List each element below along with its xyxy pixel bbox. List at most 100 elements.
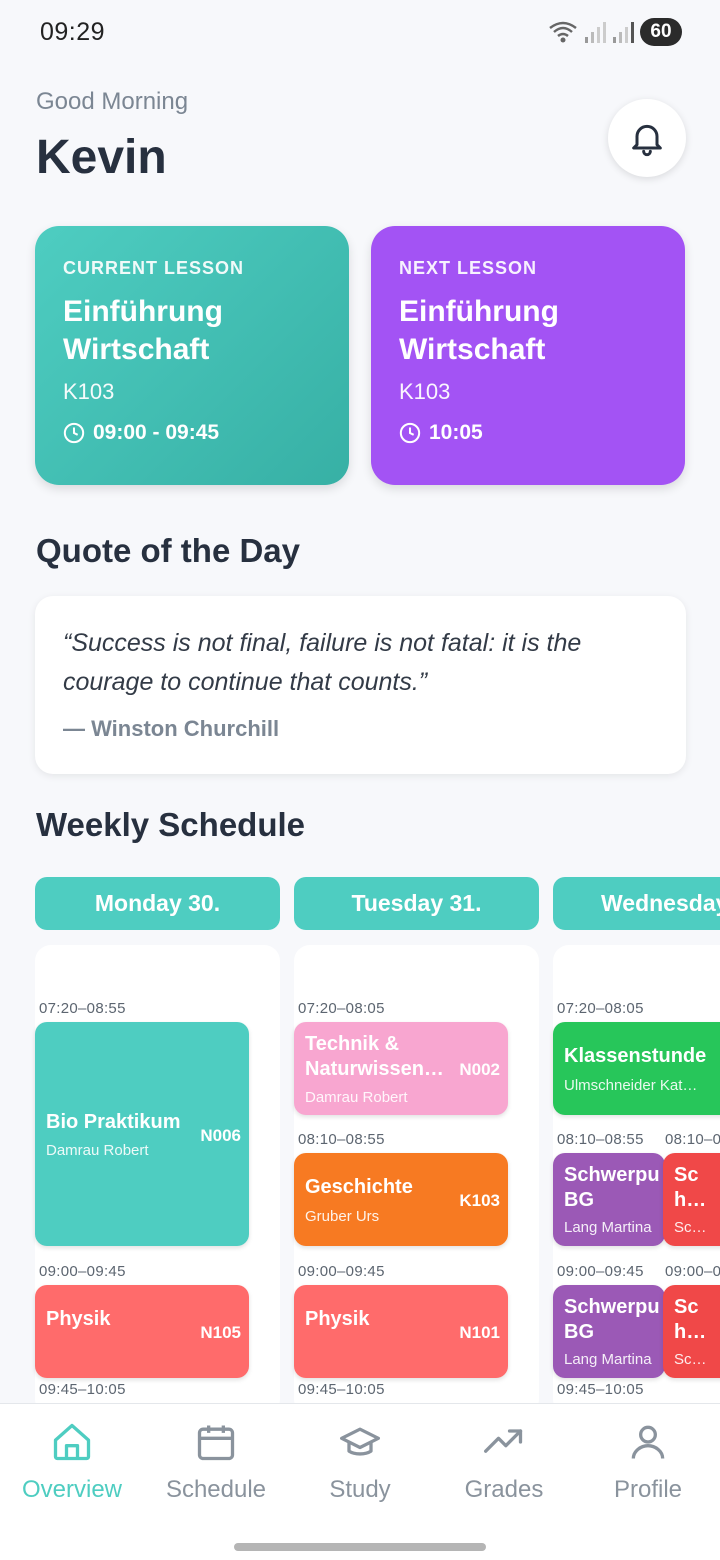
user-name: Kevin: [36, 131, 167, 184]
slot-time: 07:20–08:05: [298, 1000, 385, 1017]
lesson-block[interactable]: Sc h… Sc…: [663, 1153, 720, 1246]
lesson-room: N101: [459, 1323, 500, 1342]
status-bar: 09:29 60: [0, 0, 720, 66]
lesson-teacher: Damrau Robert: [46, 1142, 149, 1159]
lesson-teacher: Ulmschneider Kat…: [564, 1077, 698, 1094]
slot-time: 08:10–08:55: [298, 1131, 385, 1148]
card-room: K103: [399, 379, 451, 404]
nav-label: Schedule: [165, 1476, 267, 1503]
day-header-monday[interactable]: Monday 30.: [35, 877, 280, 930]
lesson-subject: Geschichte: [305, 1176, 413, 1198]
user-icon: [631, 1425, 665, 1459]
nav-label: Grades: [464, 1476, 544, 1503]
lesson-room: K103: [459, 1191, 500, 1210]
lesson-room: N105: [200, 1323, 241, 1342]
lesson-subject: Physik: [305, 1308, 370, 1330]
lesson-block[interactable]: Technik & Naturwissen… Damrau Robert N00…: [294, 1022, 508, 1115]
current-lesson-card[interactable]: CURRENT LESSON Einführung Wirtschaft K10…: [35, 226, 349, 485]
card-time: 10:05: [429, 421, 483, 444]
lesson-teacher: Lang Martina: [564, 1219, 652, 1236]
signal-icon: [585, 22, 606, 43]
quote-text: “Success is not final, failure is not fa…: [63, 629, 582, 696]
slot-time: 07:20–08:05: [557, 1000, 644, 1017]
greeting: Good Morning: [36, 88, 189, 115]
quote-heading: Quote of the Day: [36, 532, 301, 569]
slot-time: 09:00–09:45: [557, 1263, 644, 1280]
bell-icon: [632, 124, 662, 157]
card-title: Einführung Wirtschaft: [63, 295, 223, 366]
day-header-wednesday[interactable]: Wednesday: [553, 877, 720, 930]
clock-icon: [63, 422, 85, 444]
slot-time: 09:00–09:45: [298, 1263, 385, 1280]
lesson-teacher: Sc…: [674, 1351, 707, 1368]
lesson-subject: Sc h…: [674, 1296, 707, 1343]
battery-indicator: 60: [640, 18, 682, 46]
graduation-cap-icon: [340, 1427, 380, 1456]
lesson-teacher: Lang Martina: [564, 1351, 652, 1368]
lesson-block[interactable]: Schwerpu BG Lang Martina: [553, 1153, 665, 1246]
notifications-button[interactable]: [608, 99, 686, 177]
lesson-block[interactable]: Geschichte Gruber Urs K103: [294, 1153, 508, 1246]
slot-time: 09:45–10:05: [39, 1381, 126, 1398]
card-kicker: CURRENT LESSON: [63, 258, 245, 278]
nav-label: Overview: [21, 1476, 123, 1503]
quote-card: “Success is not final, failure is not fa…: [35, 596, 686, 774]
slot-time: 09:45–10:05: [298, 1381, 385, 1398]
lesson-teacher: Damrau Robert: [305, 1089, 408, 1106]
lesson-room: N002: [459, 1060, 500, 1079]
home-icon: [53, 1423, 91, 1461]
lesson-room: N006: [200, 1126, 241, 1145]
day-column-tuesday: 07:20–08:05 Technik & Naturwissen… Damra…: [294, 945, 539, 1403]
next-lesson-card[interactable]: NEXT LESSON Einführung Wirtschaft K103 1…: [371, 226, 685, 485]
lesson-subject: Physik: [46, 1308, 111, 1330]
nav-study[interactable]: Study: [288, 1404, 432, 1524]
clock-icon: [399, 422, 421, 444]
weekly-schedule[interactable]: Monday 30. 07:20–08:55 Bio Praktikum Dam…: [0, 877, 720, 1403]
nav-grades[interactable]: Grades: [432, 1404, 576, 1524]
quote-author: — Winston Churchill: [63, 716, 280, 741]
calendar-icon: [197, 1425, 235, 1461]
lesson-block[interactable]: Sc h… Sc…: [663, 1285, 720, 1378]
day-header-tuesday[interactable]: Tuesday 31.: [294, 877, 539, 930]
card-title: Einführung Wirtschaft: [399, 295, 559, 366]
card-time-row: 09:00 - 09:45: [63, 421, 321, 445]
card-kicker: NEXT LESSON: [399, 258, 538, 278]
lesson-block[interactable]: Physik N101: [294, 1285, 508, 1378]
day-column-monday: 07:20–08:55 Bio Praktikum Damrau Robert …: [35, 945, 280, 1403]
signal-icon-2: [613, 22, 634, 43]
slot-time: 09:00–0: [665, 1263, 720, 1280]
nav-profile[interactable]: Profile: [576, 1404, 720, 1524]
lesson-subject: Sc h…: [674, 1164, 707, 1211]
nav-label: Profile: [613, 1476, 683, 1503]
nav-overview[interactable]: Overview: [0, 1404, 144, 1524]
lesson-subject: Schwerpu BG: [564, 1164, 660, 1211]
lesson-block[interactable]: Physik N105: [35, 1285, 249, 1378]
nav-schedule[interactable]: Schedule: [144, 1404, 288, 1524]
home-indicator[interactable]: [234, 1543, 486, 1551]
lesson-teacher: Sc…: [674, 1219, 707, 1236]
card-room: K103: [63, 379, 115, 404]
status-time: 09:29: [40, 18, 106, 46]
slot-time: 08:10–0: [665, 1131, 720, 1148]
status-icons: 60: [548, 18, 682, 46]
lesson-subject: Klassenstunde: [564, 1045, 707, 1067]
lesson-block[interactable]: Klassenstunde Ulmschneider Kat…: [553, 1022, 720, 1115]
lesson-subject: Schwerpu BG: [564, 1296, 660, 1343]
lesson-subject: Technik & Naturwissen…: [305, 1033, 444, 1080]
nav-label: Study: [329, 1476, 391, 1503]
lesson-block[interactable]: Bio Praktikum Damrau Robert N006: [35, 1022, 249, 1246]
schedule-heading: Weekly Schedule: [36, 806, 306, 843]
card-time: 09:00 - 09:45: [93, 421, 220, 444]
wifi-icon: [549, 21, 577, 43]
day-column-wednesday: 07:20–08:05 Klassenstunde Ulmschneider K…: [553, 945, 720, 1403]
slot-time: 09:00–09:45: [39, 1263, 126, 1280]
bottom-nav: Overview Schedule Study Grades Profile: [0, 1403, 720, 1560]
slot-time: 07:20–08:55: [39, 1000, 126, 1017]
slot-time: 09:45–10:05: [557, 1381, 644, 1398]
lesson-block[interactable]: Schwerpu BG Lang Martina: [553, 1285, 665, 1378]
card-time-row: 10:05: [399, 421, 657, 445]
lesson-subject: Bio Praktikum: [46, 1111, 181, 1133]
trending-up-icon: [484, 1429, 523, 1453]
slot-time: 08:10–08:55: [557, 1131, 644, 1148]
lesson-teacher: Gruber Urs: [305, 1208, 380, 1225]
